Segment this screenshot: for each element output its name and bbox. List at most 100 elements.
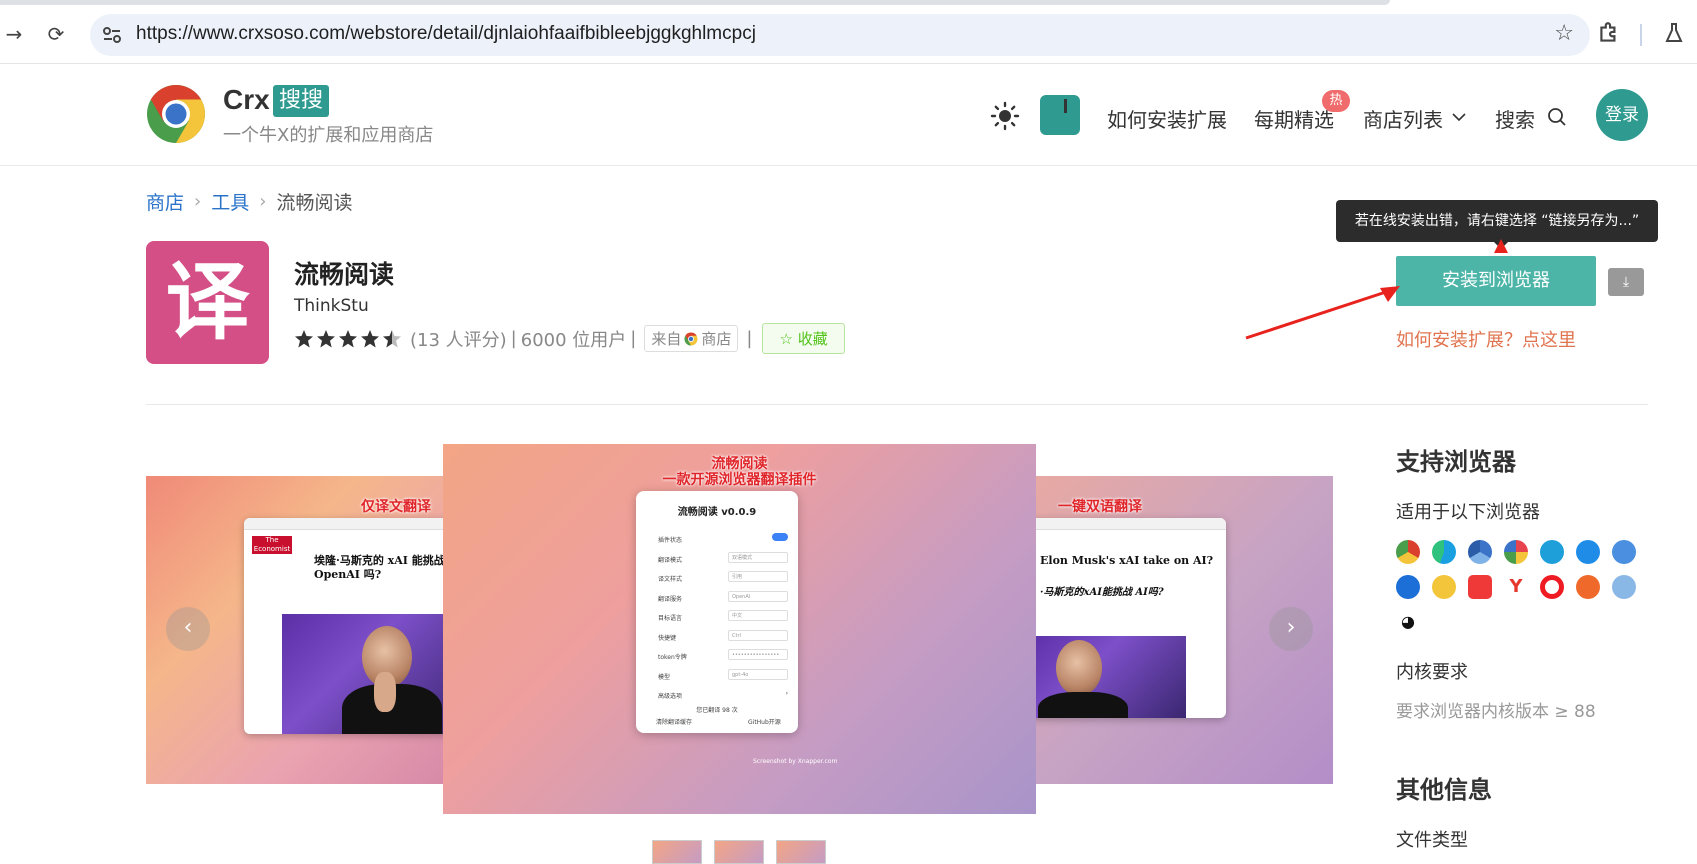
star-outline-icon: ☆ xyxy=(779,330,793,348)
qq-browser-icon xyxy=(1576,540,1600,564)
rating-count: (13 人评分) xyxy=(410,329,507,351)
mock-webpage: The Economist 埃隆·马斯克的 xAI 能挑战 OpenAI 吗? xyxy=(244,518,443,734)
login-button[interactable]: 登录 xyxy=(1596,89,1648,141)
ie-icon xyxy=(1540,540,1564,564)
url-text[interactable]: https://www.crxsoso.com/webstore/detail/… xyxy=(136,23,756,45)
reload-icon[interactable]: ⟳ xyxy=(42,20,70,48)
panel-row-label: token令牌 xyxy=(658,654,687,661)
favorite-button[interactable]: ☆ 收藏 xyxy=(762,323,845,354)
nav-search[interactable]: 搜索 xyxy=(1495,104,1535,133)
favorite-label: 收藏 xyxy=(797,330,828,348)
chevron-right-icon: › xyxy=(194,191,202,212)
panel-row: 翻译模式 双语模式 xyxy=(658,551,788,564)
howto-install-link[interactable]: 如何安装扩展？点这里 xyxy=(1396,326,1576,352)
panel-row: 翻译服务 OpenAI xyxy=(658,590,788,603)
toolbar-divider xyxy=(1640,24,1642,46)
search-icon[interactable] xyxy=(1547,107,1567,127)
file-type-label: 文件类型 xyxy=(1396,830,1468,851)
extensions-icon[interactable] xyxy=(1596,20,1622,46)
chrome-logo-icon[interactable] xyxy=(146,84,206,144)
app-shortcut-button[interactable] xyxy=(1040,95,1080,135)
mock-photo xyxy=(282,614,443,734)
mock-headline-en: Elon Musk's xAI take on AI? xyxy=(1040,554,1214,567)
panel-select: gpt-4o xyxy=(728,668,788,680)
panel-row-label: 插件状态 xyxy=(658,537,683,544)
breadcrumb-store[interactable]: 商店 xyxy=(146,188,184,215)
maxthon-icon xyxy=(1396,575,1420,599)
panel-github: GitHub开源 xyxy=(748,719,781,726)
install-tooltip: 若在线安装出错，请右键选择 “链接另存为...” xyxy=(1336,200,1658,242)
mock-webpage: Elon Musk's xAI take on AI? ·马斯克的xAI能挑战 … xyxy=(1036,518,1226,718)
mock-headline-zh: ·马斯克的xAI能挑战 AI吗? xyxy=(1040,587,1164,598)
carousel-next-button[interactable]: › xyxy=(1269,607,1313,651)
panel-row-label: 快捷键 xyxy=(658,634,677,642)
address-bar[interactable]: https://www.crxsoso.com/webstore/detail/… xyxy=(90,14,1590,56)
tab-strip xyxy=(0,0,1390,5)
user-count: 6000 位用户 xyxy=(520,329,627,351)
panel-clear-cache: 清除翻译缓存 xyxy=(656,719,693,726)
panel-row: 快捷键 Ctrl xyxy=(658,629,788,642)
panel-row: 高级选项 › xyxy=(658,690,788,700)
brand-badge[interactable]: 搜搜 xyxy=(273,85,330,117)
panel-select: Ctrl xyxy=(728,629,788,641)
labs-flask-icon[interactable] xyxy=(1662,20,1686,46)
screenshot-credit: Screenshot by Xnapper.com xyxy=(753,758,838,765)
thumbnail-3[interactable] xyxy=(776,840,826,864)
section-divider xyxy=(146,404,1648,405)
slide-center[interactable]: 流畅阅读 一款开源浏览器翻译插件 流畅阅读 v0.0.9 插件状态 翻译模式 双语模… xyxy=(443,444,1036,814)
chrome-small-icon xyxy=(684,332,698,345)
360-speed-icon xyxy=(1504,540,1528,564)
panel-row: 模型 gpt-4o xyxy=(658,668,788,681)
download-icon[interactable]: ⤓ xyxy=(1608,268,1644,296)
panda-browser-icon: ◕ xyxy=(1396,610,1420,634)
chevron-down-icon[interactable] xyxy=(1452,112,1466,122)
panel-row-label: 翻译模式 xyxy=(658,556,683,564)
install-button[interactable]: 安装到浏览器 xyxy=(1396,256,1596,306)
panel-row: token令牌 •••••••••••••••• xyxy=(658,649,788,661)
source-chip: 来自 商店 xyxy=(644,325,739,352)
site-settings-icon[interactable] xyxy=(100,23,124,47)
panel-translate-count: 您已翻译 98 次 xyxy=(696,707,738,714)
nav-store-list[interactable]: 商店列表 xyxy=(1363,104,1443,133)
brand-name[interactable]: Crx xyxy=(223,84,270,116)
screenshot-carousel: 仅译文翻译 The Economist 埃隆·马斯克的 xAI 能挑战 Open… xyxy=(146,444,1333,814)
photo-body xyxy=(1038,692,1128,718)
extension-popup-panel: 流畅阅读 v0.0.9 插件状态 翻译模式 双语模式 译文样式 引用 翻译服务 OpenAI… xyxy=(636,491,798,733)
app-author[interactable]: ThinkStu xyxy=(294,296,369,316)
opera-icon xyxy=(1540,575,1564,599)
hot-badge: 热 xyxy=(1322,90,1350,112)
app-title: 流畅阅读 xyxy=(294,260,395,289)
economist-logo: The Economist xyxy=(252,536,292,554)
source-suffix: 商店 xyxy=(701,330,732,348)
nav-weekly-picks[interactable]: 每期精选 xyxy=(1254,104,1334,133)
forward-icon[interactable]: → xyxy=(0,20,28,48)
carousel-thumbnails xyxy=(652,840,826,864)
red-annotation-arrow-small xyxy=(1494,239,1508,253)
mock-photo xyxy=(1036,636,1186,718)
panel-select: 双语模式 xyxy=(728,551,788,563)
thumbnail-1[interactable] xyxy=(652,840,702,864)
panel-row: 目标语言 中文 xyxy=(658,610,788,622)
breadcrumb-current: 流畅阅读 xyxy=(276,192,353,214)
panel-row-label: 高级选项 xyxy=(658,693,683,700)
firefox-like-icon xyxy=(1576,575,1600,599)
chrome-icon xyxy=(1396,540,1420,564)
nav-how-to-install[interactable]: 如何安装扩展 xyxy=(1107,104,1227,133)
caption-line-1: 流畅阅读 xyxy=(711,456,768,472)
browsers-subtitle: 适用于以下浏览器 xyxy=(1396,502,1540,523)
browsers-heading: 支持浏览器 xyxy=(1396,448,1516,476)
app-icon: 译 xyxy=(146,241,269,364)
vivaldi-icon xyxy=(1468,575,1492,599)
panel-select: 中文 xyxy=(728,610,788,621)
red-annotation-arrow xyxy=(1245,286,1400,340)
kernel-heading: 内核要求 xyxy=(1396,662,1468,683)
thumbnail-2[interactable] xyxy=(714,840,764,864)
photo-hands xyxy=(374,672,396,712)
mock-headline: 埃隆·马斯克的 xAI 能挑战 OpenAI 吗? xyxy=(314,554,443,581)
sun-theme-icon[interactable] xyxy=(990,101,1020,131)
slide-caption: 一键双语翻译 xyxy=(1058,499,1142,515)
carousel-prev-button[interactable]: ‹ xyxy=(166,607,210,651)
bookmark-star-icon[interactable]: ☆ xyxy=(1554,21,1574,46)
breadcrumb-category[interactable]: 工具 xyxy=(211,188,249,215)
panel-select: 引用 xyxy=(728,571,788,582)
